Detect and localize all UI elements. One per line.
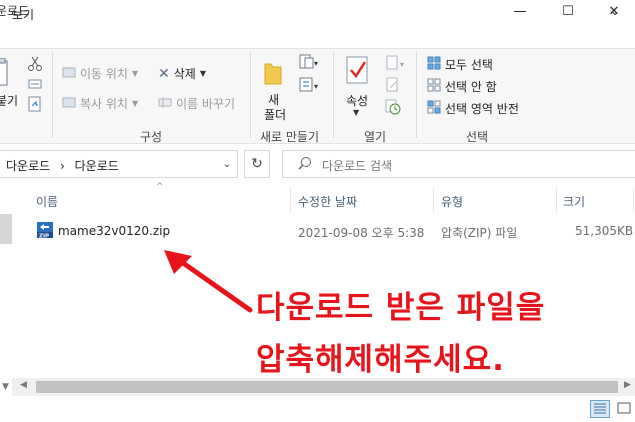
cut-icon[interactable] [28,56,42,75]
column-header-modified[interactable]: 수정한 날짜 [298,193,357,210]
svg-text:▾: ▾ [400,60,404,69]
breadcrumb-item[interactable]: 다운로드 [75,159,119,173]
edit-icon[interactable] [385,77,401,96]
breadcrumb-separator-icon: › [60,159,65,173]
file-type: 압축(ZIP) 파일 [441,226,518,240]
scroll-down-icon[interactable]: ▼ [2,382,9,392]
copy-to-label: 복사 위치 [80,97,128,111]
column-header-type[interactable]: 유형 [441,193,463,210]
file-modified: 2021-09-08 오후 5:38 [298,226,425,240]
move-to-button[interactable]: 이동 위치 ▼ [62,65,138,82]
column-divider[interactable] [556,188,557,212]
invert-selection-button[interactable]: 선택 영역 반전 [427,100,519,117]
sort-ascending-icon: ^ [156,182,164,192]
refresh-button[interactable]: ↻ [244,150,270,178]
breadcrumb-item[interactable]: 다운로드 [6,159,50,173]
rename-icon [158,95,172,112]
select-all-icon [427,56,441,73]
organize-group-label: 구성 [140,130,163,144]
select-none-button[interactable]: 선택 안 함 [427,78,497,95]
scroll-right-icon[interactable]: ▶ [624,380,631,390]
new-folder-line2: 폴더 [264,108,287,122]
chevron-down-icon: ▼ [353,108,360,117]
column-divider[interactable] [290,188,291,212]
history-icon[interactable] [385,99,401,118]
file-size: 51,305KB [575,224,634,238]
select-group-label: 선택 [466,130,489,144]
delete-button[interactable]: ✕ 삭제 ▼ [158,65,206,82]
invert-selection-label: 선택 영역 반전 [445,102,519,116]
delete-x-icon: ✕ [158,65,170,82]
easy-access-icon[interactable]: ▾ [298,77,320,96]
open-group-label: 열기 [364,130,387,144]
ribbon-divider [52,52,53,138]
details-view-icon [593,402,607,417]
rename-label: 이름 바꾸기 [176,97,236,111]
column-header-size[interactable]: 크기 [563,193,585,210]
rename-button[interactable]: 이름 바꾸기 [158,95,235,112]
properties-icon[interactable] [346,56,370,89]
select-none-icon [427,78,441,95]
scrollbar-thumb[interactable] [36,381,618,393]
ribbon-tab-row [0,22,635,48]
select-none-label: 선택 안 함 [445,80,497,94]
large-icons-view-icon [617,402,631,417]
svg-text:▾: ▾ [314,82,318,91]
ribbon-expand-icon[interactable]: ⌄ [605,4,625,18]
column-header-name[interactable]: 이름 [36,193,58,210]
scroll-left-icon[interactable]: ◀ [20,380,27,390]
search-icon [298,156,312,173]
nav-pane-scrollbar[interactable] [0,214,12,244]
maximize-button[interactable]: ☐ [548,0,588,22]
annotation-text-line2: 압축해제해주세요. [256,342,505,378]
open-icon[interactable]: ▾ [385,55,407,74]
file-name[interactable]: mame32v0120.zip [58,224,170,238]
move-to-icon [62,65,76,82]
move-to-label: 이동 위치 [80,67,128,81]
clipboard-icon [0,57,10,91]
invert-selection-icon [427,100,441,117]
ribbon-divider [250,52,251,138]
new-group-label: 새로 만들기 [260,130,320,144]
address-history-dropdown[interactable]: ⌄ [216,150,238,178]
tab-view[interactable]: 보기 [12,6,34,23]
annotation-text-line1: 다운로드 받은 파일을 [256,290,546,326]
ribbon-divider [416,52,417,138]
svg-text:▾: ▾ [314,59,318,68]
annotation-arrow [164,250,253,313]
folder-icon[interactable] [263,58,283,89]
paste-shortcut-icon[interactable] [28,96,42,115]
svg-text:ZIP: ZIP [39,234,49,240]
search-input[interactable]: 다운로드 검색 [322,157,392,174]
chevron-down-icon: ▼ [131,69,139,78]
select-all-label: 모두 선택 [445,58,493,72]
delete-label: 삭제 [173,67,196,81]
copy-path-icon[interactable] [28,78,42,92]
large-icons-view-button[interactable] [614,400,634,418]
chevron-down-icon: ▼ [131,99,139,108]
new-item-icon[interactable]: ▾ [298,54,320,73]
copy-to-icon [62,95,76,112]
refresh-icon: ↻ [251,156,263,172]
chevron-down-icon: ⌄ [222,158,232,170]
minimize-button[interactable]: — [500,0,540,22]
column-divider[interactable] [433,188,434,212]
column-divider[interactable] [633,188,634,212]
chevron-down-icon: ▼ [199,69,206,78]
ribbon-divider [333,52,334,138]
copy-to-button[interactable]: 복사 위치 ▼ [62,95,138,112]
zip-file-icon: ZIP [36,221,54,240]
properties-label[interactable]: 속성 [346,92,368,109]
breadcrumb: 다운로드 › 다운로드 [6,157,119,174]
paste-button[interactable]: 붙기 [0,92,18,109]
select-all-button[interactable]: 모두 선택 [427,56,493,73]
details-view-button[interactable] [590,400,610,418]
